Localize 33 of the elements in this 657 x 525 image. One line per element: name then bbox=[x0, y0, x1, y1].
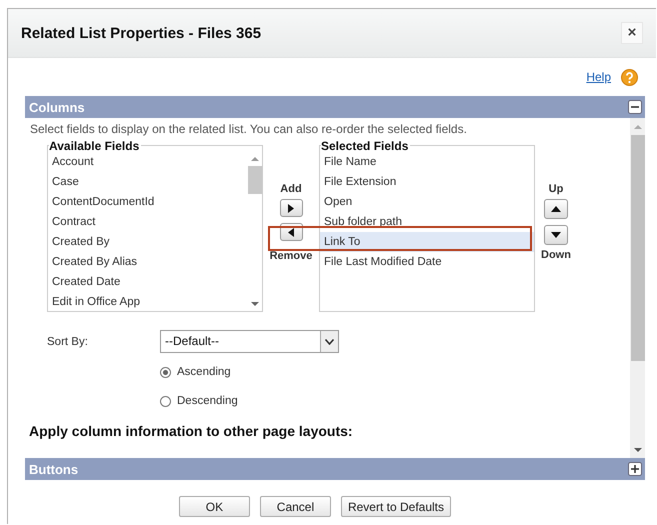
footer-button[interactable]: Revert to Defaults bbox=[340, 496, 452, 517]
list-item[interactable]: File Extension bbox=[320, 172, 534, 192]
list-item[interactable]: ContentDocumentId bbox=[48, 192, 247, 212]
section-title: Buttons bbox=[29, 462, 78, 476]
list-item[interactable]: Account bbox=[48, 152, 247, 172]
help-link[interactable]: Help bbox=[586, 70, 611, 84]
list-item[interactable]: Case bbox=[48, 172, 247, 192]
list-item[interactable]: Created Date bbox=[48, 272, 247, 292]
list-item[interactable]: File Last Modified Date bbox=[320, 252, 534, 272]
list-legend: Available Fields bbox=[49, 139, 142, 153]
up-label: Up bbox=[548, 183, 564, 197]
window-title: Related List Properties - Files 365 bbox=[21, 24, 262, 42]
list-item[interactable]: Contract bbox=[48, 212, 247, 232]
instructions-text: Select fields to display on the related list. You can also re-order the selected fields. bbox=[30, 122, 468, 136]
list-item[interactable]: Edit in Office App bbox=[48, 292, 247, 312]
remove-label: Remove bbox=[270, 250, 312, 264]
sort-by-dropdown[interactable]: --Default-- bbox=[160, 330, 339, 353]
down-label: Down bbox=[541, 249, 571, 263]
list-item[interactable]: Created By bbox=[48, 232, 247, 252]
list-item[interactable]: Sub folder path bbox=[320, 212, 534, 232]
list-item[interactable]: Open bbox=[320, 192, 534, 212]
list-item[interactable]: Created By Alias bbox=[48, 252, 247, 272]
sort-order-radio[interactable]: Ascending bbox=[160, 362, 339, 382]
list-legend: Selected Fields bbox=[321, 139, 410, 153]
list-item[interactable]: File Name bbox=[320, 152, 534, 172]
sort-by-label: Sort By: bbox=[47, 335, 89, 350]
footer-button[interactable]: Cancel bbox=[260, 496, 331, 517]
apply-heading: Apply column information to other page layouts: bbox=[29, 423, 354, 439]
add-label: Add bbox=[280, 183, 302, 197]
sort-order-radio[interactable]: Descending bbox=[160, 391, 339, 411]
close-button[interactable]: × bbox=[621, 22, 643, 44]
section-title: Columns bbox=[29, 100, 85, 114]
footer-button[interactable]: OK bbox=[178, 496, 250, 517]
